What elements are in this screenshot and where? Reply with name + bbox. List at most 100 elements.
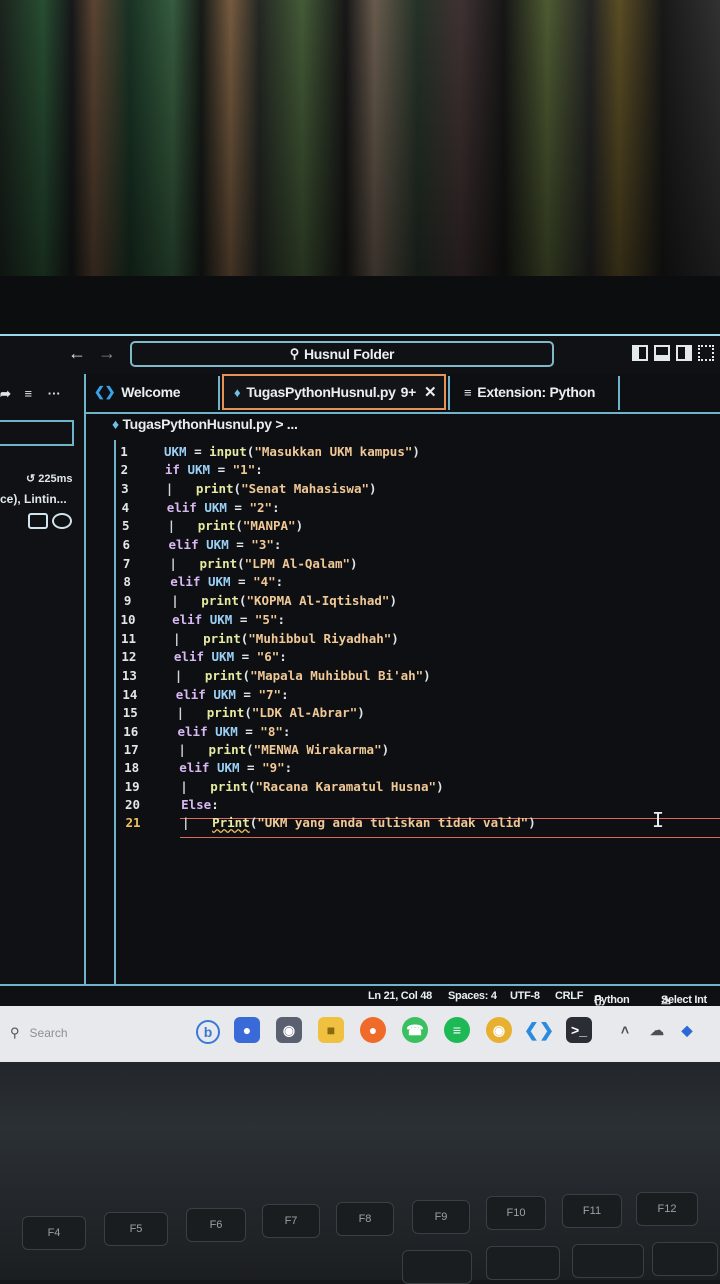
- code-line[interactable]: 5 | print("MANPA"): [86, 517, 716, 535]
- code-line[interactable]: 8 elif UKM = "4":: [86, 573, 716, 591]
- code-content: elif UKM = "7":: [176, 687, 289, 702]
- chevron-up-icon[interactable]: ˄: [612, 1017, 638, 1043]
- breadcrumb-label: TugasPythonHusnul.py > ...: [122, 416, 298, 432]
- python-file-icon: ♦: [112, 416, 119, 432]
- code-line[interactable]: 20 Else:: [86, 795, 716, 813]
- tab-label: Extension: Python: [477, 384, 596, 400]
- code-content: elif UKM = "4":: [170, 574, 283, 589]
- laptop-keyboard-deck: F4 F5 F6 F7 F8 F9 F10 F11 F12: [0, 1062, 720, 1284]
- code-line[interactable]: 18 elif UKM = "9":: [86, 759, 716, 777]
- code-line[interactable]: 13 | print("Mapala Muhibbul Bi'ah"): [86, 666, 716, 684]
- command-center-search[interactable]: ⚲ Husnul Folder: [130, 341, 554, 367]
- key: [652, 1242, 718, 1276]
- terminal-icon[interactable]: >_: [566, 1017, 592, 1043]
- tab-tugaspythonhusnul[interactable]: ♦ TugasPythonHusnul.py 9+ ✕: [222, 374, 446, 410]
- select-interpreter-label: Select Int: [661, 994, 707, 1006]
- key: [486, 1246, 560, 1280]
- code-content: Else:: [181, 797, 219, 812]
- vscode-icon[interactable]: ❮❯: [524, 1017, 554, 1043]
- tab-extension-python[interactable]: ≡ Extension: Python: [464, 374, 614, 410]
- code-line[interactable]: 19 | print("Racana Karamatul Husna"): [86, 777, 716, 795]
- bing-icon[interactable]: b: [196, 1020, 220, 1044]
- indent-guide: |: [180, 778, 188, 794]
- code-line[interactable]: 7 | print("LPM Al-Qalam"): [86, 554, 716, 572]
- code-content: elif UKM = "2":: [167, 500, 280, 515]
- code-text: UKM = input("Masukkan UKM kampus"): [164, 443, 420, 459]
- code-line[interactable]: 2 if UKM = "1":: [86, 461, 716, 479]
- key-label: F7: [284, 1215, 298, 1227]
- code-line[interactable]: 14 elif UKM = "7":: [86, 685, 716, 703]
- indent-guide: |: [165, 480, 174, 496]
- cloud-icon[interactable]: ☁: [644, 1017, 670, 1043]
- firefox-icon[interactable]: ●: [360, 1017, 386, 1043]
- key-f5: F5: [104, 1212, 168, 1246]
- key-label: F4: [47, 1227, 61, 1239]
- command-center-label: Husnul Folder: [304, 346, 395, 362]
- camera-icon[interactable]: ◉: [276, 1017, 302, 1043]
- toggle-primary-sidebar-icon[interactable]: [632, 345, 648, 361]
- code-text: print("Senat Mahasiswa"): [195, 480, 377, 496]
- key: [402, 1250, 472, 1284]
- code-line[interactable]: 17 | print("MENWA Wirakarma"): [86, 740, 716, 758]
- code-line[interactable]: 1 UKM = input("Masukkan UKM kampus"): [86, 442, 716, 460]
- code-text: elif UKM = "5":: [172, 611, 285, 627]
- code-text: print("Mapala Muhibbul Bi'ah"): [204, 667, 431, 683]
- line-number: 6: [122, 537, 131, 552]
- code-text: print("Muhibbul Riyadhah"): [203, 630, 399, 646]
- code-line[interactable]: 12 elif UKM = "6":: [86, 648, 716, 666]
- extensions-search-input[interactable]: [0, 420, 74, 446]
- code-text: print("LDK Al-Abrar"): [206, 705, 365, 721]
- back-arrow-icon[interactable]: ←: [68, 343, 86, 364]
- cursor-position[interactable]: Ln 21, Col 48: [368, 990, 432, 1002]
- taskbar-search[interactable]: ⚲ Search: [10, 1020, 190, 1046]
- indent-guide: |: [174, 667, 183, 683]
- sync-icon[interactable]: [28, 513, 48, 529]
- encoding[interactable]: UTF-8: [510, 990, 540, 1002]
- problem-count-badge: 9+: [400, 384, 417, 400]
- windows-taskbar: ⚲ Search b ● ◉ ■ ● ☎ ≡ ◉ ❮❯ >_ ˄ ☁ ◆: [0, 1006, 720, 1064]
- code-line[interactable]: 21 | Print("UKM yang anda tuliskan tidak …: [86, 814, 716, 832]
- toggle-secondary-sidebar-icon[interactable]: [676, 345, 692, 361]
- code-line[interactable]: 16 elif UKM = "8":: [86, 722, 716, 740]
- code-line[interactable]: 15 | print("LDK Al-Abrar"): [86, 704, 716, 722]
- spotify-icon[interactable]: ≡: [444, 1017, 470, 1043]
- chat-icon[interactable]: ●: [234, 1017, 260, 1043]
- filter-list-icon[interactable]: ≡: [25, 386, 33, 401]
- code-editor[interactable]: 1 UKM = input("Masukkan UKM kampus") 2 if U…: [86, 440, 720, 1000]
- code-line[interactable]: 4 elif UKM = "2":: [86, 498, 716, 516]
- line-number: 21: [125, 815, 141, 831]
- chrome-icon[interactable]: ◉: [486, 1017, 512, 1043]
- end-of-line[interactable]: CRLF: [555, 990, 583, 1002]
- search-icon: ⚲: [10, 1025, 20, 1040]
- customize-layout-icon[interactable]: [698, 345, 714, 361]
- tab-divider: [448, 376, 450, 410]
- refresh-icon[interactable]: ➦: [0, 386, 11, 401]
- background-bookshelf-photo: [0, 0, 720, 290]
- code-line[interactable]: 9 | print("KOPMA Al-Iqtishad"): [86, 592, 716, 610]
- shield-icon[interactable]: ◆: [674, 1017, 700, 1043]
- breadcrumb[interactable]: ♦ TugasPythonHusnul.py > ...: [112, 416, 298, 432]
- code-text: elif UKM = "3":: [168, 537, 282, 552]
- history-icon: ↺: [26, 473, 36, 485]
- code-text: print("Racana Karamatul Husna"): [210, 778, 444, 794]
- indent-guide: |: [171, 593, 179, 609]
- line-number: 19: [124, 778, 140, 794]
- code-line[interactable]: 3 | print("Senat Mahasiswa"): [86, 479, 716, 497]
- sidebar-actions: ➦ ≡ ···: [0, 386, 61, 402]
- close-icon[interactable]: ✕: [424, 383, 437, 401]
- code-text: elif UKM = "8":: [177, 723, 291, 739]
- tab-welcome[interactable]: ❮❯ Welcome: [94, 374, 216, 410]
- forward-arrow-icon[interactable]: →: [98, 343, 116, 364]
- indentation[interactable]: Spaces: 4: [448, 990, 497, 1002]
- code-line[interactable]: 10 elif UKM = "5":: [86, 610, 716, 628]
- code-line[interactable]: 6 elif UKM = "3":: [86, 536, 716, 554]
- more-actions-icon[interactable]: ···: [48, 386, 61, 401]
- code-content: elif UKM = "9":: [179, 760, 292, 775]
- settings-gear-icon[interactable]: [52, 513, 72, 529]
- whatsapp-icon[interactable]: ☎: [402, 1017, 428, 1043]
- toggle-panel-icon[interactable]: [654, 345, 670, 361]
- code-text: print("MENWA Wirakarma"): [208, 741, 390, 757]
- code-line[interactable]: 11 | print("Muhibbul Riyadhah"): [86, 629, 716, 647]
- file-explorer-icon[interactable]: ■: [318, 1017, 344, 1043]
- code-text: elif UKM = "6":: [173, 649, 287, 665]
